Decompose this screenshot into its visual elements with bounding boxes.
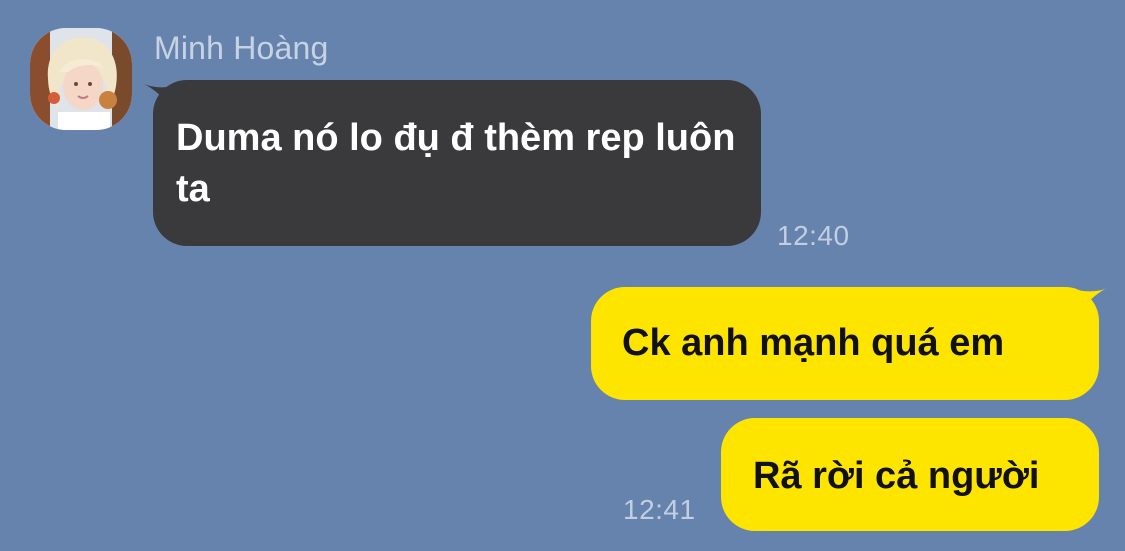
outgoing-message-time: 12:41 xyxy=(623,494,696,525)
outgoing-message-text: Ck anh mạnh quá em xyxy=(622,322,1005,364)
outgoing-message-text: Rã rời cả người xyxy=(753,455,1040,497)
outgoing-message-bubble[interactable]: Rã rời cả người xyxy=(721,418,1099,531)
incoming-message-bubble[interactable]: Duma nó lo đụ đ thèm rep luôn ta xyxy=(153,80,761,246)
sender-name: Minh Hoàng xyxy=(154,30,329,66)
outgoing-message-bubble[interactable]: Ck anh mạnh quá em xyxy=(591,287,1099,400)
incoming-message-text: Duma nó lo đụ đ thèm rep luôn ta xyxy=(176,117,736,210)
incoming-message-time: 12:40 xyxy=(777,220,850,251)
chat-view: Minh Hoàng Duma nó lo đụ đ thèm rep luôn… xyxy=(0,0,1125,551)
sender-avatar[interactable] xyxy=(30,28,132,130)
avatar-photo-icon xyxy=(30,28,132,130)
